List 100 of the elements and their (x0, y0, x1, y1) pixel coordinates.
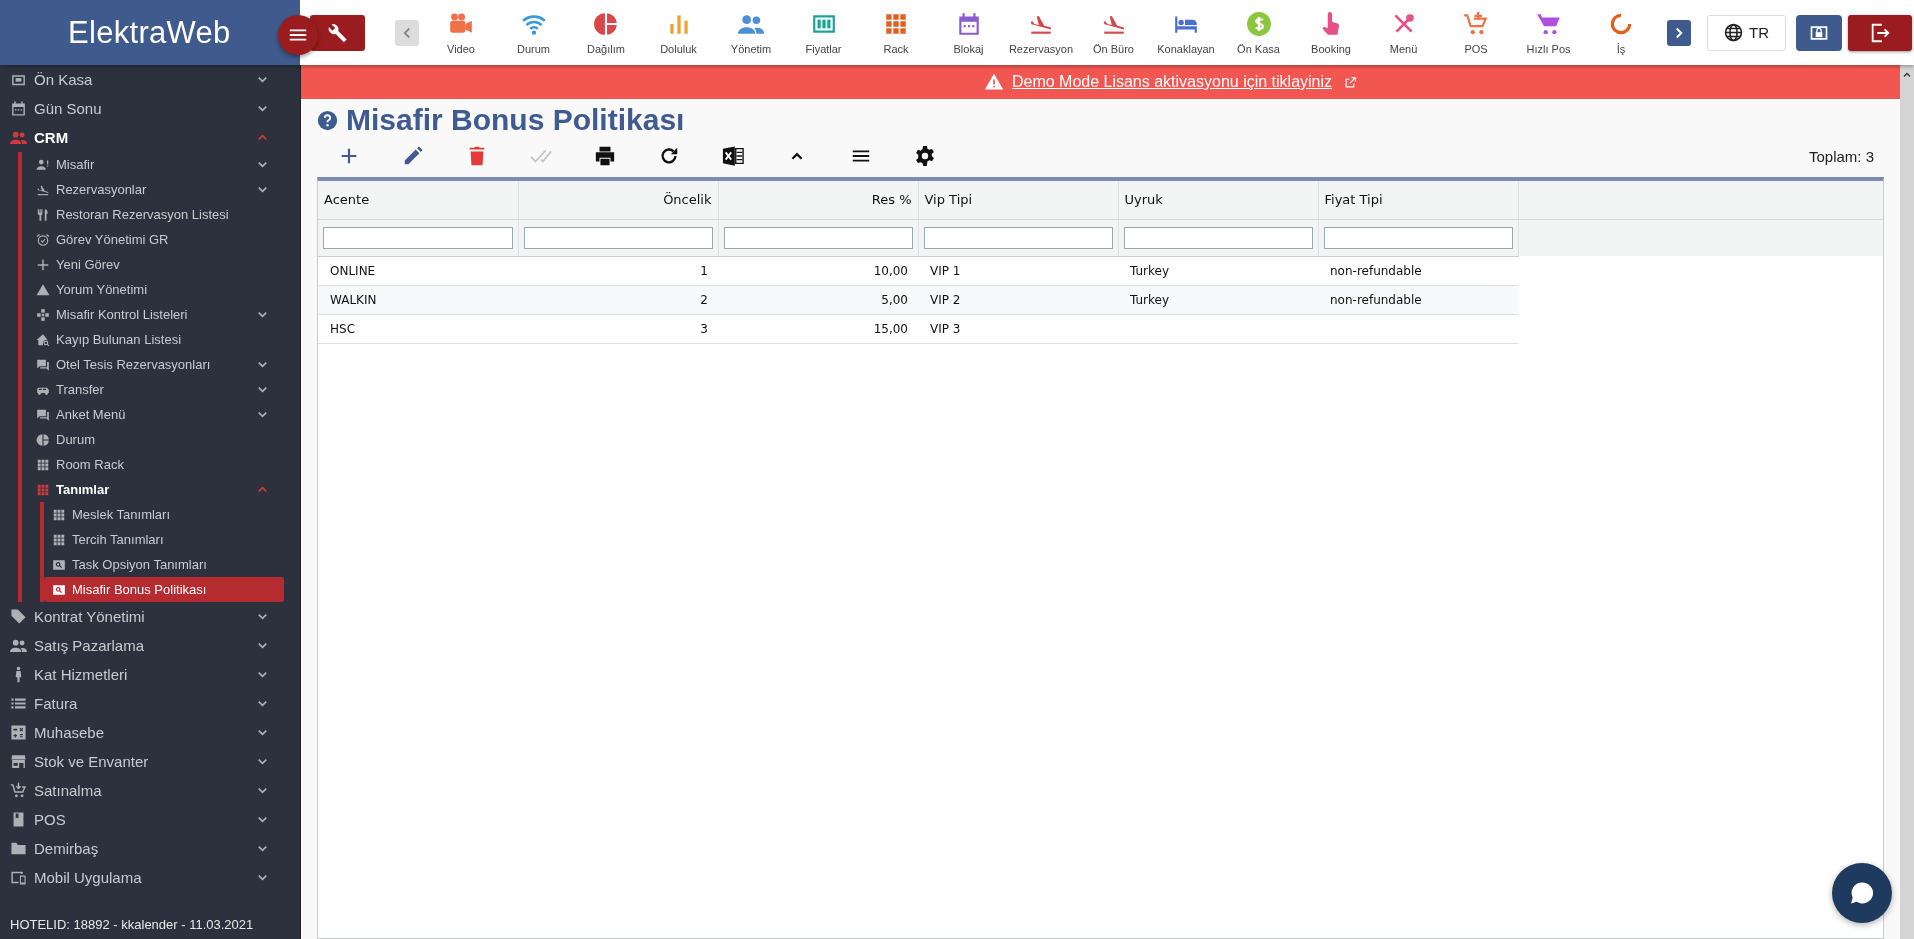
module-button[interactable]: Hızlı Pos (1512, 6, 1585, 59)
fork-knife-icon (36, 207, 50, 222)
module-button[interactable]: Ön Kasa (1222, 6, 1295, 59)
sidebar-item[interactable]: Misafir (22, 152, 290, 177)
page-title: Misafir Bonus Politikası (346, 103, 685, 137)
pie-chart-icon (36, 432, 50, 447)
chat-icon (36, 407, 50, 422)
column-header[interactable]: Öncelik (518, 181, 718, 219)
sidebar-item[interactable]: Kat Hizmetleri (0, 660, 290, 689)
cross-dots-icon (36, 307, 50, 322)
sidebar-item[interactable]: Tanımlar (22, 477, 290, 502)
sidebar-item[interactable]: Durum (22, 427, 290, 452)
module-button[interactable]: POS (1440, 6, 1512, 59)
pie-chart-icon (593, 10, 619, 37)
module-button[interactable]: Booking (1295, 6, 1367, 59)
sidebar-item[interactable]: Yeni Görev (22, 252, 290, 277)
table-cell: 5,00 (718, 285, 918, 314)
sidebar-item[interactable]: Stok ve Envanter (0, 747, 290, 776)
module-button[interactable]: Menü (1367, 6, 1440, 59)
filter-field[interactable] (1323, 226, 1513, 249)
sidebar-item[interactable]: Ön Kasa (0, 65, 290, 94)
house-search-icon (36, 332, 50, 347)
sidebar-item[interactable]: Room Rack (22, 452, 290, 477)
module-button[interactable]: Fiyatlar (787, 6, 860, 59)
alarm-clock-icon (36, 232, 50, 247)
lock-screen-button[interactable] (1796, 14, 1842, 51)
table-cell: WALKIN (318, 285, 518, 314)
grid-icon (36, 482, 50, 497)
scrollbar[interactable] (1900, 65, 1914, 939)
module-button[interactable]: İş (1585, 6, 1657, 59)
scroll-right-button[interactable] (1667, 19, 1691, 46)
sidebar-item[interactable]: Transfer (22, 377, 290, 402)
sidebar-item[interactable]: POS (0, 805, 290, 834)
grid-icon (36, 457, 50, 472)
module-button[interactable]: Doluluk (642, 6, 715, 59)
filter-field[interactable] (323, 226, 513, 249)
table-cell: VIP 1 (918, 256, 1118, 285)
plus-icon (36, 257, 50, 272)
table-cell: HSC (318, 314, 518, 343)
search-card-icon (52, 557, 66, 572)
filter-field[interactable] (1123, 226, 1313, 249)
module-button[interactable]: Durum (497, 6, 570, 59)
sidebar-item[interactable]: CRM (0, 123, 290, 152)
search-card-icon (52, 582, 66, 597)
filter-field[interactable] (923, 226, 1113, 249)
sidebar-item[interactable]: Kontrat Yönetimi (0, 602, 290, 631)
sidebar-item[interactable]: Görev Yönetimi GR (22, 227, 290, 252)
people-icon (10, 637, 27, 654)
sidebar-item[interactable]: Anket Menü (22, 402, 290, 427)
sidebar-item[interactable]: Mobil Uygulama (0, 863, 290, 892)
sidebar-item[interactable]: Tercih Tanımları (44, 527, 284, 552)
module-button[interactable]: Konaklayan (1150, 6, 1222, 59)
module-button[interactable]: Blokaj (932, 6, 1005, 59)
storefront-icon (10, 753, 27, 770)
table-cell: VIP 2 (918, 285, 1118, 314)
globe-icon (1724, 23, 1743, 42)
external-link-icon (1344, 75, 1358, 89)
gear-icon (913, 145, 937, 167)
sidebar-item[interactable]: Meslek Tanımları (44, 502, 284, 527)
sidebar-item[interactable]: Rezervasyonlar (22, 177, 290, 202)
column-header[interactable]: Res % (718, 181, 918, 219)
table-cell: Turkey (1118, 285, 1318, 314)
sidebar-item[interactable]: Satınalma (0, 776, 290, 805)
filter-field[interactable] (723, 226, 913, 249)
module-button[interactable]: Yönetim (715, 6, 787, 59)
column-header[interactable]: Fiyat Tipi (1318, 181, 1518, 219)
sidebar-item[interactable]: Demirbaş (0, 834, 290, 863)
grid-icon (52, 532, 66, 547)
sidebar-item[interactable]: Kayıp Bulunan Listesi (22, 327, 290, 352)
tools-button[interactable] (310, 14, 365, 51)
language-button[interactable]: TR (1707, 14, 1786, 51)
sidebar-item[interactable]: Restoran Rezervasyon Listesi (22, 202, 290, 227)
table-cell: Turkey (1118, 256, 1318, 285)
sidebar-item[interactable]: Fatura (0, 689, 290, 718)
module-button[interactable]: Rack (860, 6, 932, 59)
sidebar-item[interactable]: Misafir Bonus Politikası (44, 577, 284, 602)
scroll-left-button[interactable] (395, 19, 419, 46)
status-text: HOTELID: 18892 - kkalender - 11.03.2021 (9, 916, 255, 934)
calculator-icon (10, 724, 27, 741)
column-header[interactable]: Vip Tipi (918, 181, 1118, 219)
spreadsheet-icon (721, 145, 745, 167)
filter-field[interactable] (523, 226, 713, 249)
module-button[interactable]: Ön Büro (1077, 6, 1150, 59)
sidebar-item[interactable]: Task Opsiyon Tanımları (44, 552, 284, 577)
sidebar-item[interactable]: Yorum Yönetimi (22, 277, 290, 302)
sidebar-item[interactable]: Otel Tesis Rezervasyonları (22, 352, 290, 377)
sidebar-item[interactable]: Misafir Kontrol Listeleri (22, 302, 290, 327)
printer-icon (593, 145, 617, 167)
folder-icon (10, 840, 27, 857)
module-button[interactable]: Video (425, 6, 497, 59)
sidebar-item[interactable]: Gün Sonu (0, 94, 290, 123)
table-cell: 10,00 (718, 256, 918, 285)
column-header[interactable]: Uyruk (1118, 181, 1318, 219)
module-button[interactable]: Rezervasyon (1005, 6, 1077, 59)
sidebar-item[interactable]: Satış Pazarlama (0, 631, 290, 660)
table-cell: 15,00 (718, 314, 918, 343)
module-button[interactable]: Dağılım (570, 6, 642, 59)
column-header[interactable]: Acente (318, 181, 518, 219)
logout-button[interactable] (1848, 14, 1912, 51)
sidebar-item[interactable]: Muhasebe (0, 718, 290, 747)
